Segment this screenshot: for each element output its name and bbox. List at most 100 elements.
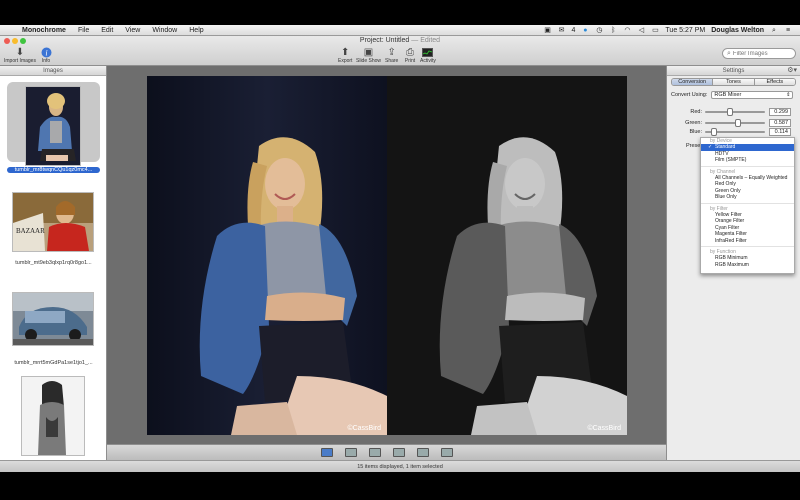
menu-bar: Monochrome File Edit View Window Help ▣ … <box>0 25 800 36</box>
green-slider[interactable] <box>705 119 765 127</box>
slideshow-label: Slide Show <box>356 58 382 64</box>
image-list-item[interactable]: tumblr_mrrt5mGdPa1se1tjo1_... <box>7 290 100 374</box>
view-split-horizontal-icon[interactable] <box>368 448 381 457</box>
window-title: Project: Untitled — Edited <box>0 36 800 46</box>
red-slider-row: Red: 0.299 <box>671 108 797 116</box>
image-canvas[interactable]: ©CassBird ©CassBird <box>107 66 666 444</box>
info-button[interactable]: i Info <box>40 46 52 64</box>
monochrome-preview-photo[interactable]: ©CassBird <box>387 76 627 435</box>
volume-icon[interactable]: ◁ <box>637 27 645 34</box>
spotlight-icon[interactable]: ⌕ <box>770 27 778 34</box>
twitter-icon[interactable]: ● <box>581 27 589 34</box>
view-split-vertical-icon[interactable] <box>392 448 405 457</box>
export-label: Export <box>338 58 353 64</box>
printer-icon: ⎙ <box>406 46 414 58</box>
tab-effects[interactable]: Effects <box>754 79 795 85</box>
green-slider-knob[interactable] <box>734 119 741 127</box>
import-arrow-icon: ⬇ <box>15 46 25 58</box>
tab-tones[interactable]: Tones <box>713 79 755 85</box>
view-single-icon[interactable] <box>320 448 333 457</box>
share-icon: ⇪ <box>387 46 396 58</box>
convert-using-select[interactable]: RGB Mixer ⇕ <box>711 91 794 99</box>
thumbnail-caption: tumblr_mr8twqnCQu1qz0mc4... <box>7 167 100 173</box>
preset-menu-item-label: Magenta Filter <box>715 231 747 237</box>
bluetooth-icon[interactable]: ᛒ <box>609 27 617 34</box>
preset-menu-item-label: RGB Minimum <box>715 255 748 261</box>
print-button[interactable]: ⎙ Print <box>404 46 416 65</box>
preset-menu-item-label: Green Only <box>715 187 741 194</box>
sidebar-title: Images <box>0 66 106 76</box>
mail-badge-count: 4 <box>571 26 576 34</box>
menubar-user[interactable]: Douglas Welton <box>711 27 764 34</box>
window-close-button[interactable] <box>4 38 10 44</box>
red-slider[interactable] <box>705 108 765 116</box>
screen: Monochrome File Edit View Window Help ▣ … <box>0 0 800 500</box>
status-app-icon[interactable]: ▣ <box>544 27 552 34</box>
preset-menu-item[interactable]: RGB Maximum <box>701 262 794 269</box>
convert-using-label: Convert Using: <box>671 92 708 98</box>
original-photo[interactable]: ©CassBird <box>147 76 387 435</box>
tab-conversion[interactable]: Conversion <box>672 79 714 85</box>
filter-images-input[interactable] <box>732 50 793 57</box>
clock-icon[interactable]: ◷ <box>595 27 603 34</box>
export-button[interactable]: ⬆ Export <box>338 46 353 65</box>
image-list-item[interactable]: BAZAAR tumblr_mt9eb3qlxp1rq0r8go1... <box>7 186 100 276</box>
preset-menu-item[interactable]: Blue Only <box>701 194 794 201</box>
menu-file[interactable]: File <box>72 27 95 34</box>
menu-separator <box>701 202 794 204</box>
window-zoom-button[interactable] <box>20 38 26 44</box>
view-mode-bar <box>107 444 666 460</box>
blue-slider[interactable] <box>705 128 765 136</box>
search-icon: ⌕ <box>727 49 731 57</box>
green-value-field[interactable]: 0.587 <box>769 119 791 127</box>
filter-search-field[interactable]: ⌕ <box>722 48 796 59</box>
menu-view[interactable]: View <box>119 27 146 34</box>
activity-label: Activity <box>420 58 436 64</box>
images-sidebar: Images tumblr_mr8twqnCQu1qz0mc4... BAZAA… <box>0 66 107 460</box>
convert-using-value: RGB Mixer <box>714 92 742 98</box>
settings-header: Settings ⚙▾ <box>667 66 800 76</box>
thumbnail-image <box>21 376 85 456</box>
view-side-by-side-icon[interactable] <box>440 448 453 457</box>
image-list-item[interactable]: tumblr_mr8twqnCQu1qz0mc4... <box>7 82 100 180</box>
import-images-label: Import Images <box>4 58 36 64</box>
preset-menu-item-label: HDTV <box>715 150 729 157</box>
preset-menu-item[interactable]: Film (SMPTE) <box>701 157 794 164</box>
preset-menu-item[interactable]: InfraRed Filter <box>701 238 794 245</box>
blue-slider-knob[interactable] <box>711 128 718 136</box>
mail-icon[interactable]: ✉ <box>558 27 566 34</box>
preset-menu-item-label: RGB Maximum <box>715 261 749 268</box>
activity-monitor-icon <box>422 46 434 58</box>
green-label: Green: <box>685 120 702 126</box>
view-original-icon[interactable] <box>344 448 357 457</box>
slideshow-button[interactable]: ▣ Slide Show <box>356 46 382 65</box>
image-list-item[interactable] <box>7 376 100 460</box>
notification-center-icon[interactable]: ≡ <box>784 27 792 34</box>
window-minimize-button[interactable] <box>12 38 18 44</box>
thumbnail-caption: tumblr_mrrt5mGdPa1se1tjo1_... <box>14 360 93 366</box>
import-images-button[interactable]: ⬇ Import Images <box>4 46 36 65</box>
menu-help[interactable]: Help <box>183 27 209 34</box>
blue-value-field[interactable]: 0.114 <box>769 128 791 136</box>
battery-icon[interactable]: ▭ <box>651 27 659 34</box>
activity-button[interactable]: Activity <box>420 46 436 64</box>
gear-icon[interactable]: ⚙▾ <box>787 66 797 76</box>
preset-menu-item-label: Cyan Filter <box>715 224 740 231</box>
share-button[interactable]: ⇪ Share <box>385 46 398 65</box>
red-label: Red: <box>690 109 702 115</box>
menu-edit[interactable]: Edit <box>95 27 119 34</box>
red-value-field[interactable]: 0.299 <box>769 108 791 116</box>
photo-copyright-right: ©CassBird <box>587 425 621 432</box>
export-arrow-icon: ⬆ <box>341 46 350 58</box>
wifi-icon[interactable]: ◠ <box>623 27 631 34</box>
window-title-project: Project: Untitled <box>359 37 410 44</box>
menubar-clock[interactable]: Tue 5:27 PM <box>665 27 705 34</box>
blue-slider-row: Blue: 0.114 <box>671 128 797 136</box>
preset-menu-item-label: Film (SMPTE) <box>715 157 747 163</box>
menu-window[interactable]: Window <box>146 27 183 34</box>
red-slider-knob[interactable] <box>726 108 733 116</box>
preset-menu-item-label: Standard <box>715 144 736 150</box>
preset-menu-item-label: All Channels – Equally Weighted <box>715 174 788 181</box>
menu-app-name[interactable]: Monochrome <box>16 27 72 34</box>
view-stacked-icon[interactable] <box>416 448 429 457</box>
